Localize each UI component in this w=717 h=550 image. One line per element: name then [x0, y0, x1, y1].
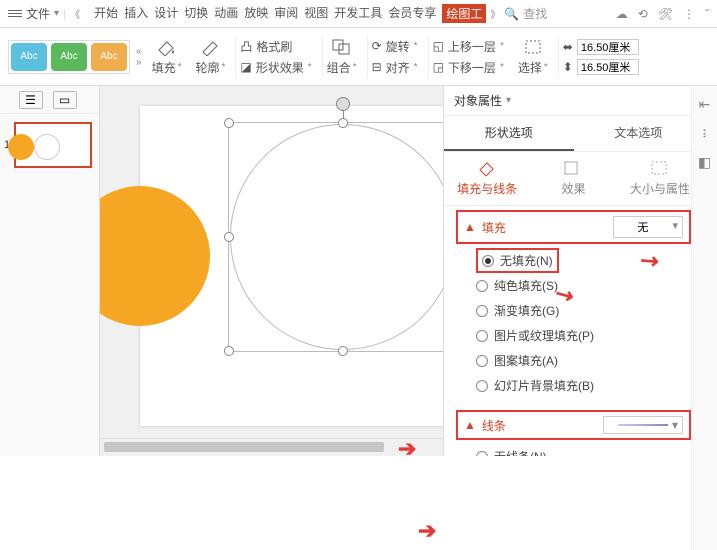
caret-icon[interactable]: ˇ — [705, 7, 709, 21]
resize-handle-nw[interactable] — [224, 118, 234, 128]
rail-props-icon[interactable]: ◧ — [698, 154, 711, 171]
resize-handle-w[interactable] — [224, 232, 234, 242]
forward-icon: ◱ — [433, 39, 444, 53]
style-swatch-2[interactable]: Abc — [51, 43, 87, 71]
fill-none-radio[interactable]: 无填充(N) — [476, 248, 559, 273]
tab-transition[interactable]: 切换 — [184, 4, 208, 23]
fill-type-dropdown[interactable]: 无 — [613, 216, 683, 238]
tab-review[interactable]: 审阅 — [274, 4, 298, 23]
style-swatch-3[interactable]: Abc — [91, 43, 127, 71]
fill-section-title: 填充 — [482, 219, 506, 236]
group-button[interactable]: 组合 * — [327, 59, 357, 76]
tab-design[interactable]: 设计 — [154, 4, 178, 23]
size-tab-icon — [650, 160, 670, 176]
tab-shape-options[interactable]: 形状选项 — [444, 116, 574, 151]
search-placeholder: 查找 — [523, 5, 547, 22]
line-section-title: 线条 — [482, 417, 506, 434]
resize-handle-sw[interactable] — [224, 346, 234, 356]
rotate-button[interactable]: ⟳旋转* — [372, 38, 418, 55]
panel-title: 对象属性 — [454, 92, 502, 109]
width-icon: ⬌ — [563, 40, 573, 54]
tab-drawing[interactable]: 绘图工 — [442, 4, 486, 23]
height-icon: ⬍ — [563, 60, 573, 74]
shape-styles-gallery[interactable]: Abc Abc Abc — [8, 40, 130, 74]
group-icon[interactable] — [330, 37, 354, 57]
fill-slidebg-radio[interactable]: 幻灯片背景填充(B) — [476, 373, 691, 398]
resize-handle-n[interactable] — [338, 118, 348, 128]
line-collapse-icon[interactable]: ▲ — [464, 418, 476, 432]
tab-view[interactable]: 视图 — [304, 4, 328, 23]
bring-forward-button[interactable]: ◱上移一层* — [433, 38, 504, 55]
tab-animation[interactable]: 动画 — [214, 4, 238, 23]
height-input[interactable] — [577, 59, 639, 75]
thumbnail-view-icon[interactable]: ▭ — [53, 91, 77, 109]
style-swatch-1[interactable]: Abc — [11, 43, 47, 71]
fill-solid-radio[interactable]: 纯色填充(S) — [476, 273, 691, 298]
backward-icon: ◲ — [433, 60, 444, 74]
search-icon: 🔍 — [504, 7, 519, 21]
select-button[interactable]: 选择* — [518, 59, 548, 76]
line-none-radio[interactable]: 无线条(N) — [476, 444, 691, 456]
fill-icon[interactable] — [155, 37, 179, 57]
tab-start[interactable]: 开始 — [94, 4, 118, 23]
wrench-icon[interactable]: 🛠 — [658, 7, 673, 21]
cloud-icon[interactable]: ☁ — [616, 7, 628, 21]
format-painter-button[interactable]: 凸格式刷 — [240, 38, 311, 55]
width-input[interactable] — [577, 39, 639, 55]
effects-tab-icon — [563, 160, 583, 176]
outline-icon[interactable] — [198, 37, 222, 57]
align-button[interactable]: ⊟对齐* — [372, 59, 418, 76]
tab-text-options[interactable]: 文本选项 — [574, 116, 704, 151]
tab-devtools[interactable]: 开发工具 — [334, 4, 382, 23]
more-icon[interactable]: ⋮ — [683, 7, 695, 21]
orange-circle-shape[interactable] — [100, 186, 210, 326]
sync-icon[interactable]: ⟲ — [638, 7, 648, 21]
tab-slideshow[interactable]: 放映 — [244, 4, 268, 23]
search-box[interactable]: 🔍 查找 — [504, 5, 547, 22]
file-menu[interactable]: 文件 — [26, 5, 50, 22]
expand-icon[interactable]: 》 — [490, 6, 500, 21]
fill-picture-radio[interactable]: 图片或纹理填充(P) — [476, 323, 691, 348]
tab-member[interactable]: 会员专享 — [388, 4, 436, 23]
subtab-effects[interactable]: 效果 — [530, 160, 616, 197]
slide-thumbnail-1[interactable] — [14, 122, 92, 168]
line-style-dropdown[interactable] — [603, 416, 683, 434]
send-backward-button[interactable]: ◲下移一层* — [433, 59, 504, 76]
outline-view-icon[interactable]: ☰ — [19, 91, 43, 109]
outline-button[interactable]: 轮廓 * — [195, 59, 225, 76]
select-icon[interactable] — [521, 37, 545, 57]
align-icon: ⊟ — [372, 60, 382, 74]
resize-handle-s[interactable] — [338, 346, 348, 356]
fill-collapse-icon[interactable]: ▲ — [464, 220, 476, 234]
horizontal-scrollbar[interactable] — [100, 438, 443, 456]
format-painter-icon: 凸 — [240, 38, 252, 55]
bucket-icon — [477, 160, 497, 176]
selection-bounding-box — [228, 122, 443, 352]
collapse-icon[interactable]: 《 — [70, 6, 80, 21]
shape-effects-button[interactable]: ◪形状效果 * — [240, 59, 311, 76]
rail-pin-icon[interactable]: ⇤ — [699, 96, 711, 113]
effects-icon: ◪ — [240, 60, 251, 74]
rotate-icon: ⟳ — [372, 39, 382, 53]
fill-gradient-radio[interactable]: 渐变填充(G) — [476, 298, 691, 323]
hamburger-icon[interactable] — [8, 10, 22, 17]
tab-insert[interactable]: 插入 — [124, 4, 148, 23]
slide-canvas[interactable] — [100, 86, 443, 456]
fill-button[interactable]: 填充 * — [152, 59, 182, 76]
fill-pattern-radio[interactable]: 图案填充(A) — [476, 348, 691, 373]
rotate-handle[interactable] — [336, 97, 350, 111]
rail-grip-icon[interactable]: ፧ — [703, 125, 706, 142]
subtab-fill-line[interactable]: 填充与线条 — [444, 160, 530, 197]
ribbon-tabs: 开始 插入 设计 切换 动画 放映 审阅 视图 开发工具 会员专享 绘图工 — [94, 4, 486, 23]
